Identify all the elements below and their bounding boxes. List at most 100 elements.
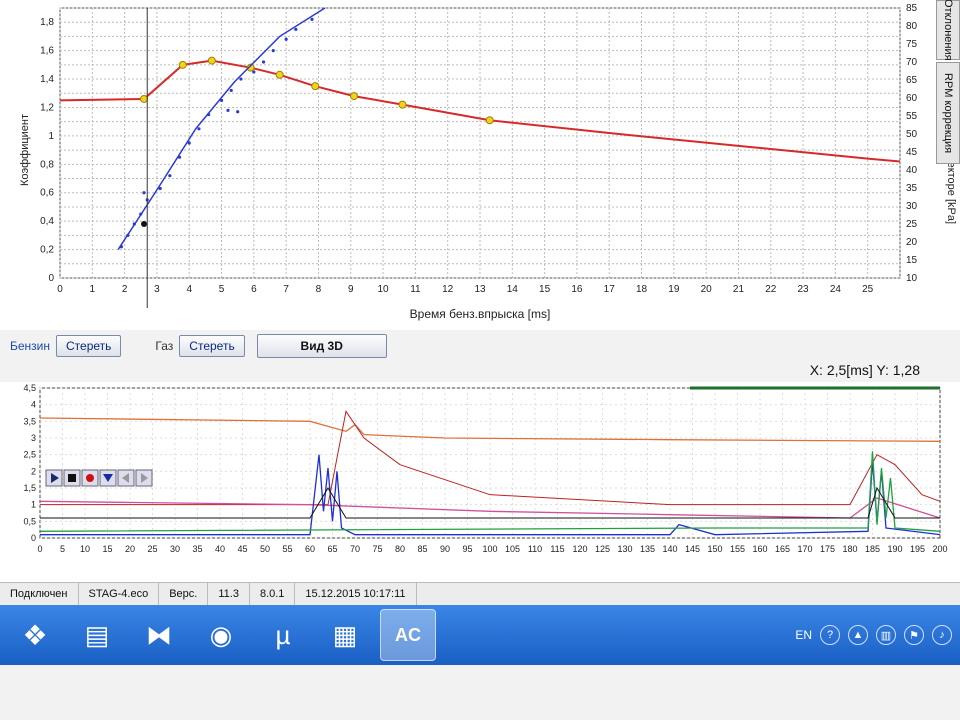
top-chart-y-ticks-left: 0 0,2 0,4 0,6 0,8 1 1,2 1,4 1,6 1,8 [40, 17, 54, 284]
connection-status: Подключен [0, 583, 79, 605]
blue-point [229, 88, 233, 93]
blue-point [139, 212, 143, 216]
erase-gas-button[interactable]: Стереть [179, 335, 245, 357]
taskbar-utorrent[interactable]: µ [256, 610, 310, 660]
osc-x-tick-label: 135 [640, 544, 655, 554]
view-3d-button[interactable]: Вид 3D [256, 334, 387, 358]
help-icon[interactable]: ? [820, 625, 840, 645]
osc-x-tick-label: 85 [417, 544, 427, 554]
x-tick-label: 8 [316, 284, 322, 295]
blue-point [158, 186, 162, 191]
osc-x-tick-label: 30 [170, 544, 180, 554]
osc-y-tick-label: 4,5 [23, 383, 36, 393]
osc-x-tick-label: 5 [60, 544, 65, 554]
red-curve-marker [311, 82, 320, 91]
osc-y-tick-label: 0 [31, 533, 36, 543]
device-name: STAG-4.eco [79, 583, 160, 605]
blue-point [177, 155, 182, 159]
blue-point [271, 49, 275, 53]
windows-logo-icon: ❖ [22, 619, 48, 651]
blue-point [187, 141, 191, 145]
osc-x-tick-label: 165 [775, 544, 790, 554]
blue-point [226, 108, 230, 112]
taskbar-visual-studio[interactable]: ⧓ [132, 610, 186, 660]
blue-point [197, 127, 201, 131]
language-indicator[interactable]: EN [795, 628, 812, 642]
red-curve-marker [207, 56, 216, 65]
folder-icon: ▤ [84, 619, 110, 650]
osc-x-tick-label: 55 [282, 544, 292, 554]
taskbar-explorer[interactable]: ▤ [70, 610, 124, 660]
osc-x-tick-label: 60 [305, 544, 315, 554]
y-tick-label-left: 0,4 [40, 216, 54, 227]
osc-y-tick-label: 2,5 [23, 450, 36, 460]
blue-point [236, 110, 240, 114]
osc-x-tick-label: 10 [80, 544, 90, 554]
start-button[interactable]: ❖ [8, 610, 62, 660]
x-tick-label: 3 [154, 284, 160, 295]
osc-y-tick-label: 0,5 [23, 516, 36, 526]
osc-x-tick-label: 150 [707, 544, 722, 554]
osc-x-tick-label: 195 [910, 544, 925, 554]
osc-x-tick-label: 200 [932, 544, 947, 554]
x-tick-label: 20 [701, 284, 713, 295]
y-tick-label-left: 1 [48, 131, 54, 142]
taskbar-stag-app[interactable]: AC [380, 609, 436, 661]
y-tick-label-right: 45 [906, 147, 918, 158]
blue-point [207, 112, 211, 117]
x-tick-label: 21 [733, 284, 745, 295]
oscilloscope-x-ticks: 0 5 10 15 20 25 30 35 40 45 50 55 60 65 70 75 80 85 90 95 10… [37, 544, 947, 554]
volume-icon[interactable]: ♪ [932, 625, 952, 645]
calculator-icon: ▦ [332, 619, 358, 650]
osc-y-tick-label: 3 [31, 433, 36, 443]
blue-point [284, 37, 288, 41]
y-tick-label-left: 0,6 [40, 188, 54, 199]
side-tab-rpm-correction[interactable]: RPM коррекция [936, 62, 960, 164]
osc-y-tick-label: 1,5 [23, 483, 36, 493]
toolbar: Бензин Стереть Газ Стереть Вид 3D [10, 334, 387, 358]
y-tick-label-right: 15 [906, 255, 918, 266]
y-tick-label-right: 70 [906, 57, 918, 68]
erase-petrol-button[interactable]: Стереть [56, 335, 122, 357]
osc-x-tick-label: 80 [395, 544, 405, 554]
osc-x-tick-label: 140 [662, 544, 677, 554]
osc-x-tick-label: 75 [372, 544, 382, 554]
osc-x-tick-label: 145 [685, 544, 700, 554]
taskbar-chrome[interactable]: ◉ [194, 610, 248, 660]
x-tick-label: 16 [571, 284, 583, 295]
blue-point [142, 191, 146, 195]
x-tick-label: 14 [507, 284, 519, 295]
osc-x-tick-label: 15 [102, 544, 112, 554]
oscilloscope-chart: 0 0,5 1 1,5 2 2,5 3 3,5 4 4,5 0 5 10 15 20 25 30 35 40 45 5… [0, 382, 960, 582]
network-icon[interactable]: ▥ [876, 625, 896, 645]
x-tick-label: 23 [798, 284, 810, 295]
y-tick-label-right: 25 [906, 219, 918, 230]
y-tick-label-left: 1,4 [40, 74, 54, 85]
cursor-point [141, 221, 147, 227]
y-tick-label-right: 85 [906, 3, 918, 14]
blue-point [310, 17, 314, 21]
top-chart-ylabel-left: Коэффициент [19, 114, 31, 186]
osc-x-tick-label: 100 [482, 544, 497, 554]
taskbar-calculator[interactable]: ▦ [318, 610, 372, 660]
blue-point [119, 245, 123, 249]
osc-x-tick-label: 175 [820, 544, 835, 554]
side-tab-deviations[interactable]: Отклонения [936, 0, 960, 61]
x-tick-label: 7 [283, 284, 289, 295]
arrow-up-icon[interactable]: ▲ [848, 625, 868, 645]
record-icon [86, 474, 94, 482]
x-tick-label: 18 [636, 284, 648, 295]
blue-point [239, 77, 243, 81]
flag-icon[interactable]: ⚑ [904, 625, 924, 645]
osc-x-tick-label: 155 [730, 544, 745, 554]
ac-stag-icon: AC [395, 624, 421, 645]
visual-studio-icon: ⧓ [146, 619, 172, 650]
x-tick-label: 1 [90, 284, 96, 295]
top-chart-xlabel: Время бенз.впрыска [ms] [410, 307, 551, 321]
osc-x-tick-label: 180 [842, 544, 857, 554]
x-tick-label: 10 [378, 284, 390, 295]
y-tick-label-left: 1,6 [40, 46, 54, 57]
datetime-value: 15.12.2015 10:17:11 [295, 583, 417, 605]
osc-x-tick-label: 185 [865, 544, 880, 554]
version-label: Верс. [159, 583, 209, 605]
